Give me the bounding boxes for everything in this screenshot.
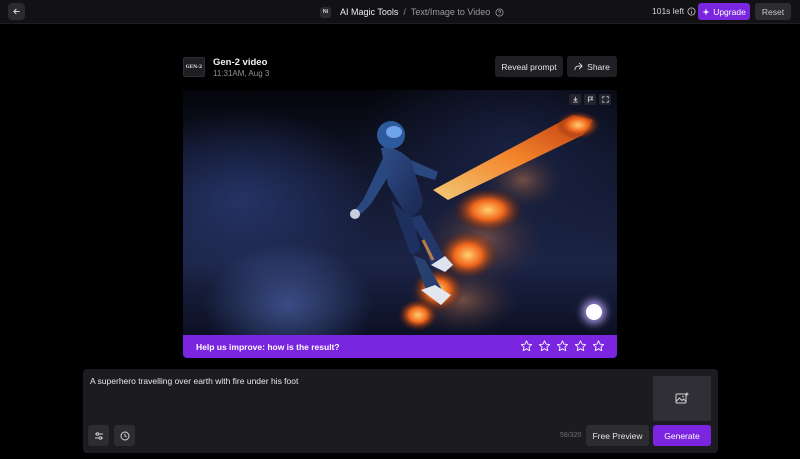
share-button[interactable]: Share — [567, 56, 617, 77]
video-frame-illustration — [350, 111, 600, 335]
fullscreen-button[interactable] — [599, 94, 611, 105]
clock-icon — [120, 431, 129, 440]
star-icon[interactable] — [574, 339, 587, 353]
char-count: 58/320 — [560, 432, 582, 439]
arrow-left-icon — [13, 8, 20, 15]
question-circle-icon[interactable] — [495, 7, 504, 17]
time-left-label: 101s left — [652, 6, 685, 16]
free-preview-button[interactable]: Free Preview — [586, 425, 649, 446]
flag-button[interactable] — [584, 94, 596, 105]
back-button[interactable] — [8, 3, 25, 20]
star-icon[interactable] — [556, 339, 569, 353]
flag-icon — [587, 96, 593, 103]
prompt-input[interactable]: A superhero travelling over earth with f… — [90, 376, 298, 386]
video-player[interactable] — [183, 90, 617, 336]
video-title: Gen-2 video — [213, 57, 268, 68]
reset-button[interactable]: Reset — [755, 3, 791, 20]
add-image-icon — [675, 392, 689, 404]
upgrade-label: Upgrade — [713, 6, 746, 17]
star-icon[interactable] — [520, 339, 533, 353]
feedback-bar: Help us improve: how is the result? — [183, 335, 617, 358]
image-upload-button[interactable] — [653, 376, 711, 421]
video-toolbar — [569, 94, 611, 105]
upgrade-button[interactable]: Upgrade — [698, 3, 750, 20]
breadcrumb-separator: / — [403, 7, 406, 17]
sliders-icon — [94, 431, 103, 440]
fullscreen-icon — [601, 96, 609, 103]
settings-button[interactable] — [88, 425, 109, 446]
breadcrumb-tool[interactable]: AI Magic Tools — [340, 7, 398, 17]
app-badge: Ni — [320, 6, 331, 18]
star-icon[interactable] — [538, 339, 551, 353]
breadcrumb: Ni AI Magic Tools / Text/Image to Video — [320, 4, 504, 20]
feedback-question: Help us improve: how is the result? — [196, 341, 340, 352]
breadcrumb-page: Text/Image to Video — [410, 7, 491, 17]
history-button[interactable] — [114, 425, 135, 446]
download-button[interactable] — [569, 94, 581, 105]
star-rating — [520, 339, 605, 353]
time-left: 101s left — [652, 6, 696, 16]
video-timestamp: 11:31AM, Aug 3 — [213, 69, 270, 78]
share-icon — [574, 62, 583, 71]
top-bar: Ni AI Magic Tools / Text/Image to Video … — [0, 0, 800, 24]
glow-orb — [586, 304, 602, 320]
model-logo: GEN-2 — [183, 57, 205, 77]
prompt-panel: A superhero travelling over earth with f… — [83, 369, 718, 453]
info-circle-icon[interactable] — [687, 6, 696, 16]
star-icon[interactable] — [592, 339, 605, 353]
generate-button[interactable]: Generate — [653, 425, 711, 446]
download-icon — [572, 96, 578, 103]
sparkle-icon — [702, 7, 710, 16]
share-label: Share — [587, 61, 610, 72]
reveal-prompt-button[interactable]: Reveal prompt — [495, 56, 563, 77]
